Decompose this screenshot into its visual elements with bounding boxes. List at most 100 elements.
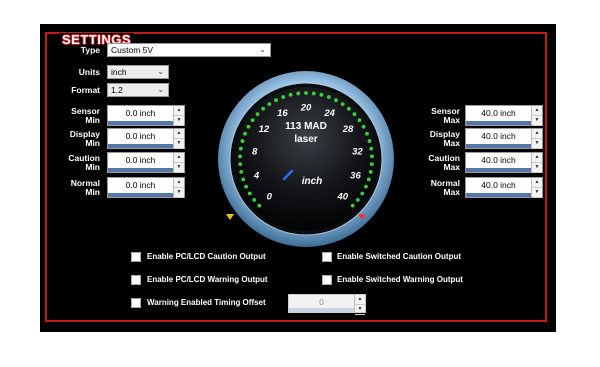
spin-down-icon[interactable]: ▼ bbox=[532, 116, 542, 126]
gauge-dot bbox=[364, 184, 368, 189]
gauge: 0481216202428323640 113 MAD laser inch bbox=[218, 71, 394, 247]
gauge-dot bbox=[241, 177, 246, 182]
units-select[interactable]: inch ⌄ bbox=[107, 65, 169, 79]
spin-down-icon[interactable]: ▼ bbox=[532, 163, 542, 173]
settings-panel: SETTINGS Type Custom 5V ⌄ Units inch ⌄ F… bbox=[40, 24, 556, 332]
format-value: 1.2 bbox=[111, 85, 123, 95]
caution-min-value: 0.0 inch bbox=[125, 155, 156, 165]
units-label: Units bbox=[78, 67, 100, 77]
spin-down-icon[interactable]: ▼ bbox=[532, 139, 542, 149]
normal-max-value: 40.0 inch bbox=[481, 180, 516, 190]
gauge-dot bbox=[304, 91, 308, 95]
caution-min-spinner[interactable]: 0.0 inch ▲ ▼ bbox=[107, 152, 185, 173]
format-select[interactable]: 1.2 ⌄ bbox=[107, 83, 169, 97]
timing-offset-label: Warning Enabled Timing Offset bbox=[147, 298, 266, 307]
sensor-max-label: Sensor Max bbox=[431, 106, 460, 125]
spin-down-icon[interactable]: ▼ bbox=[174, 188, 184, 198]
spin-down-icon[interactable]: ▼ bbox=[174, 163, 184, 173]
caution-min-label: Caution Min bbox=[68, 153, 100, 172]
display-max-spinner[interactable]: 40.0 inch ▲ ▼ bbox=[465, 128, 543, 149]
spin-up-icon[interactable]: ▲ bbox=[532, 106, 542, 116]
display-min-value: 0.0 inch bbox=[125, 131, 156, 141]
gauge-dot bbox=[368, 169, 373, 174]
gauge-unit: inch bbox=[302, 176, 323, 187]
spin-down-icon[interactable]: ▼ bbox=[355, 305, 365, 315]
spin-up-icon[interactable]: ▲ bbox=[532, 153, 542, 163]
gauge-dot bbox=[252, 197, 257, 202]
gauge-title: 113 MAD bbox=[285, 121, 327, 132]
format-label: Format bbox=[71, 85, 100, 95]
sensor-min-label: Sensor Min bbox=[71, 106, 100, 125]
spin-up-icon[interactable]: ▲ bbox=[174, 153, 184, 163]
caution-max-spinner[interactable]: 40.0 inch ▲ ▼ bbox=[465, 152, 543, 173]
gauge-tick-label: 16 bbox=[277, 108, 288, 119]
gauge-dot bbox=[366, 177, 371, 182]
spin-up-icon[interactable]: ▲ bbox=[532, 129, 542, 139]
gauge-dot bbox=[296, 91, 301, 96]
gauge-dot bbox=[369, 162, 374, 167]
spin-down-icon[interactable]: ▼ bbox=[532, 188, 542, 198]
normal-min-spinner[interactable]: 0.0 inch ▲ ▼ bbox=[107, 177, 185, 198]
pc-lcd-caution-checkbox[interactable] bbox=[131, 252, 141, 262]
switched-warning-checkbox[interactable] bbox=[322, 275, 332, 285]
gauge-subtitle: laser bbox=[294, 134, 317, 145]
gauge-dot bbox=[370, 154, 374, 159]
caution-marker-icon bbox=[226, 214, 234, 220]
switched-caution-checkbox[interactable] bbox=[322, 252, 332, 262]
timing-offset-value: 0 bbox=[319, 297, 324, 307]
gauge-dot bbox=[360, 191, 365, 196]
gauge-tick-label: 36 bbox=[350, 171, 361, 182]
chevron-down-icon: ⌄ bbox=[157, 67, 164, 76]
display-max-value: 40.0 inch bbox=[481, 131, 516, 141]
gauge-tick-label: 8 bbox=[252, 146, 258, 157]
gauge-dot bbox=[352, 112, 357, 117]
gauge-dot bbox=[357, 118, 362, 123]
gauge-dot bbox=[367, 139, 372, 143]
gauge-dot bbox=[238, 154, 242, 159]
gauge-tick-label: 20 bbox=[300, 103, 312, 114]
display-min-spinner[interactable]: 0.0 inch ▲ ▼ bbox=[107, 128, 185, 149]
gauge-dot bbox=[365, 131, 369, 136]
gauge-dot bbox=[326, 95, 331, 99]
pc-lcd-warning-label: Enable PC/LCD Warning Output bbox=[147, 275, 268, 284]
normal-min-value: 0.0 inch bbox=[125, 180, 156, 190]
timing-offset-spinner[interactable]: 0 ▲ ▼ bbox=[288, 294, 366, 315]
sensor-min-spinner[interactable]: 0.0 inch ▲ ▼ bbox=[107, 105, 185, 126]
pc-lcd-warning-checkbox[interactable] bbox=[131, 275, 141, 285]
spin-up-icon[interactable]: ▲ bbox=[174, 178, 184, 188]
spin-up-icon[interactable]: ▲ bbox=[532, 178, 542, 188]
gauge-dot bbox=[369, 146, 374, 151]
warning-marker-icon bbox=[358, 214, 366, 220]
switched-caution-label: Enable Switched Caution Output bbox=[337, 252, 461, 261]
gauge-dot bbox=[311, 91, 316, 96]
display-min-label: Display Min bbox=[69, 129, 100, 148]
gauge-dot bbox=[244, 184, 248, 189]
gauge-dot bbox=[361, 124, 366, 129]
sensor-max-spinner[interactable]: 40.0 inch ▲ ▼ bbox=[465, 105, 543, 126]
gauge-dot bbox=[281, 95, 286, 99]
spin-down-icon[interactable]: ▼ bbox=[174, 116, 184, 126]
normal-max-spinner[interactable]: 40.0 inch ▲ ▼ bbox=[465, 177, 543, 198]
type-value: Custom 5V bbox=[111, 45, 154, 55]
gauge-dot bbox=[247, 191, 252, 196]
spin-down-icon[interactable]: ▼ bbox=[174, 139, 184, 149]
spin-up-icon[interactable]: ▲ bbox=[174, 106, 184, 116]
spin-up-icon[interactable]: ▲ bbox=[174, 129, 184, 139]
caution-max-value: 40.0 inch bbox=[481, 155, 516, 165]
gauge-dot bbox=[255, 112, 260, 117]
sensor-max-value: 40.0 inch bbox=[481, 108, 516, 118]
caution-max-label: Caution Max bbox=[428, 153, 460, 172]
timing-offset-checkbox[interactable] bbox=[131, 298, 141, 308]
gauge-tick-label: 0 bbox=[267, 191, 273, 202]
gauge-dot bbox=[238, 162, 243, 167]
gauge-dot bbox=[240, 139, 245, 143]
gauge-tick-label: 40 bbox=[336, 191, 348, 202]
gauge-tick-label: 4 bbox=[253, 171, 260, 182]
type-select[interactable]: Custom 5V ⌄ bbox=[107, 43, 271, 57]
gauge-dot bbox=[274, 98, 278, 103]
gauge-dot bbox=[350, 203, 355, 208]
spin-up-icon[interactable]: ▲ bbox=[355, 295, 365, 305]
normal-min-label: Normal Min bbox=[70, 178, 100, 197]
gauge-dot bbox=[340, 102, 345, 107]
gauge-dot bbox=[288, 92, 293, 97]
